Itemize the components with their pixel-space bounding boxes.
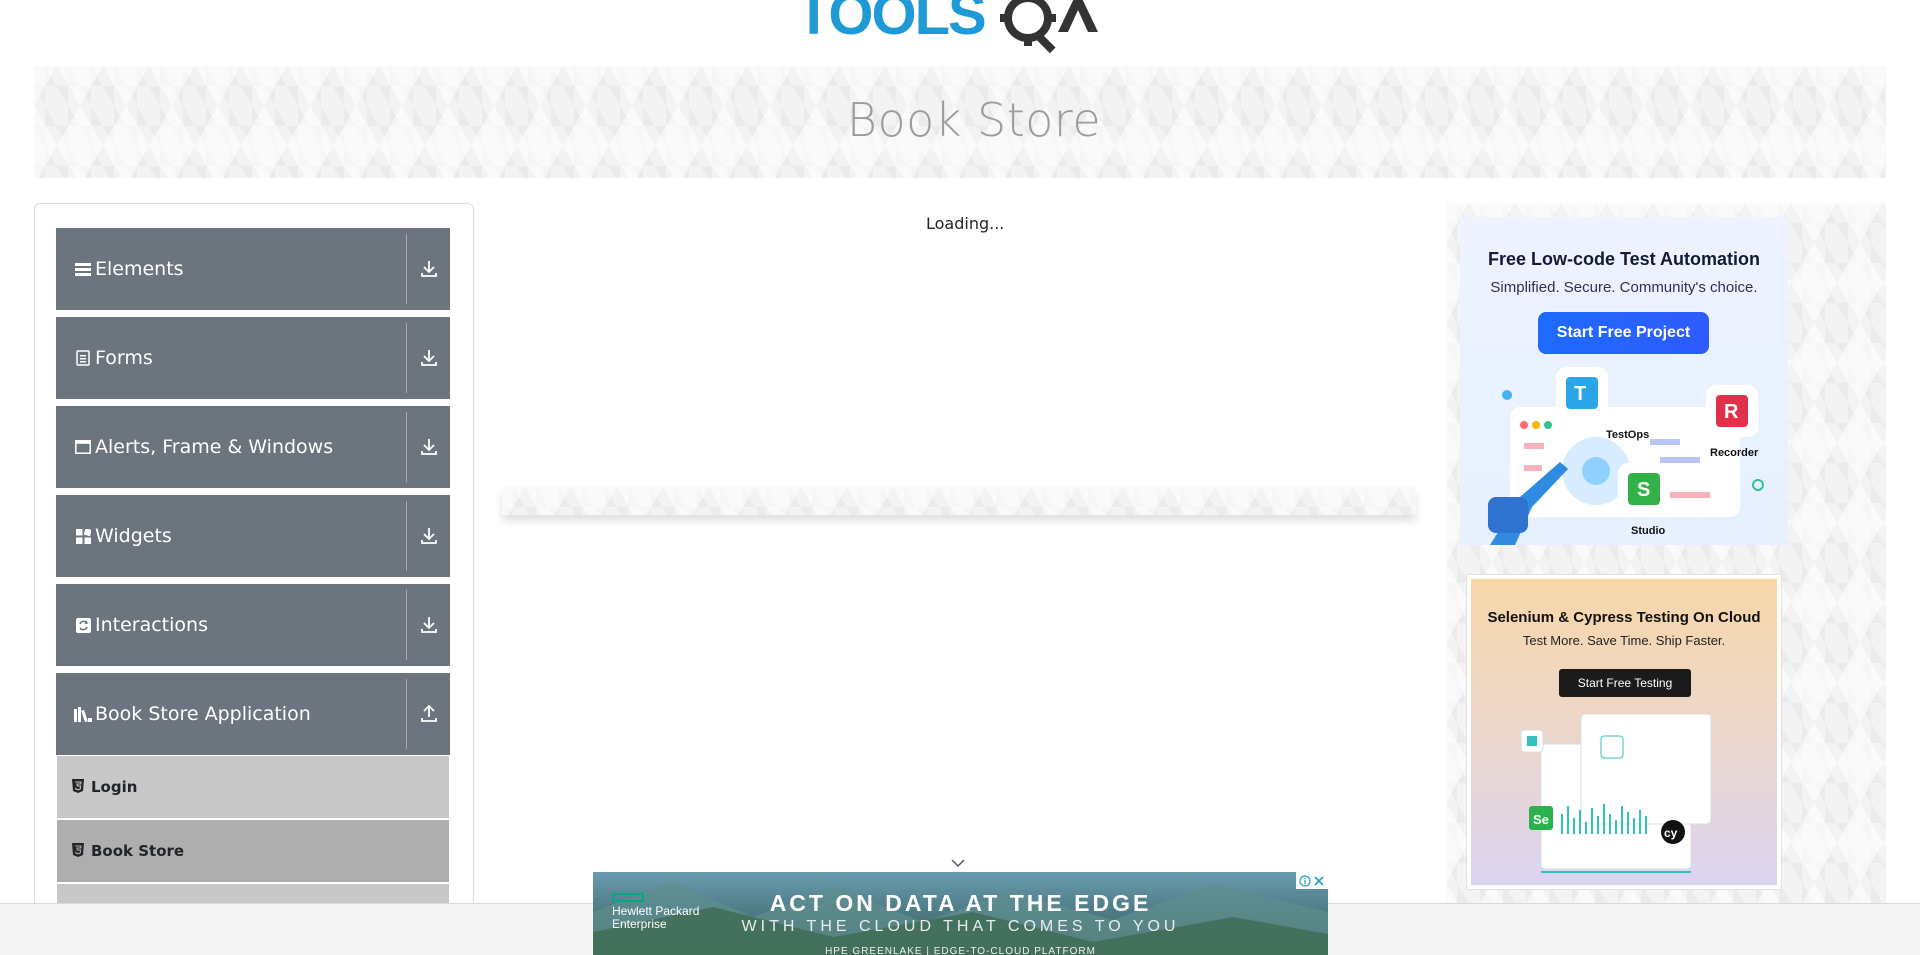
svg-text:R: R [1724, 401, 1739, 423]
window-icon [74, 438, 92, 456]
sidebar-group-forms[interactable]: Forms [56, 317, 450, 399]
info-icon[interactable] [1299, 874, 1311, 887]
sidebar-item-label: Login [91, 778, 138, 796]
content-banner [502, 487, 1416, 515]
ad-low-code-automation[interactable]: Free Low-code Test Automation Simplified… [1460, 217, 1788, 545]
ad-title: ACT ON DATA AT THE EDGE [769, 890, 1152, 916]
svg-text:TOOLS: TOOLS [796, 0, 985, 47]
sidebar: Elements Forms Alerts, Frame & Windows W… [34, 203, 474, 955]
ad-title: Free Low-code Test Automation [1487, 249, 1760, 269]
sidebar-group-label: Book Store Application [95, 703, 311, 725]
ad-close-controls[interactable] [1296, 872, 1328, 889]
sidebar-group-interactions[interactable]: Interactions [56, 584, 450, 666]
sidebar-group-elements[interactable]: Elements [56, 228, 450, 310]
hamburger-icon [74, 260, 92, 278]
sidebar-group-widgets[interactable]: Widgets [56, 495, 450, 577]
ad-title: Selenium & Cypress Testing On Cloud [1487, 609, 1761, 626]
download-icon[interactable] [406, 501, 450, 571]
interactions-icon [74, 616, 92, 634]
widgets-icon [74, 527, 92, 545]
download-icon[interactable] [406, 590, 450, 660]
books-icon [74, 705, 92, 723]
chevron-down-icon[interactable] [950, 856, 966, 868]
svg-text:T: T [1574, 383, 1586, 405]
sidebar-group-label: Widgets [95, 525, 172, 547]
ad-dashboard-illustration: Se cy [1521, 714, 1712, 873]
sidebar-group-alerts[interactable]: Alerts, Frame & Windows [56, 406, 450, 488]
ad-hpe-greenlake[interactable]: Hewlett Packard Enterprise ACT ON DATA A… [593, 872, 1328, 955]
sidebar-group-label: Interactions [95, 614, 208, 636]
loading-text: Loading... [926, 214, 1005, 233]
sidebar-group-label: Alerts, Frame & Windows [95, 436, 334, 458]
html5-icon [71, 778, 85, 796]
close-icon[interactable] [1313, 875, 1325, 887]
toolsqa-logo[interactable]: TOOLS [796, 0, 1126, 56]
start-free-project-button[interactable]: Start Free Project [1538, 312, 1709, 354]
svg-text:cy: cy [1664, 826, 1678, 840]
download-icon[interactable] [406, 234, 450, 304]
page-title: Book Store [846, 93, 1102, 147]
html5-icon [71, 842, 85, 860]
sidebar-item-login[interactable]: Login [57, 756, 449, 818]
ad-subtitle: WITH THE CLOUD THAT COMES TO YOU [741, 918, 1180, 935]
sidebar-item-book-store[interactable]: Book Store [57, 820, 449, 882]
download-icon[interactable] [406, 412, 450, 482]
upload-icon[interactable] [406, 679, 450, 749]
ad-tagline: HPE GREENLAKE | EDGE-TO-CLOUD PLATFORM [825, 946, 1096, 955]
ad-subtitle: Test More. Save Time. Ship Faster. [1522, 633, 1726, 648]
form-icon [74, 349, 92, 367]
sidebar-group-label: Elements [95, 258, 184, 280]
sidebar-group-book-store-application[interactable]: Book Store Application [56, 673, 450, 755]
download-icon[interactable] [406, 323, 450, 393]
ad-label: Recorder [1710, 447, 1759, 459]
page-header-banner: Book Store [34, 66, 1886, 178]
ad-cloud-testing[interactable]: Selenium & Cypress Testing On Cloud Test… [1466, 574, 1782, 890]
ad-label: TestOps [1606, 429, 1650, 441]
sidebar-item-label: Book Store [91, 842, 185, 860]
ad-label: Studio [1631, 525, 1666, 537]
ad-subtitle: Simplified. Secure. Community's choice. [1490, 279, 1758, 296]
start-free-testing-button[interactable]: Start Free Testing [1559, 669, 1691, 697]
svg-text:Se: Se [1533, 812, 1549, 827]
sidebar-group-label: Forms [95, 347, 153, 369]
svg-text:S: S [1637, 479, 1650, 501]
